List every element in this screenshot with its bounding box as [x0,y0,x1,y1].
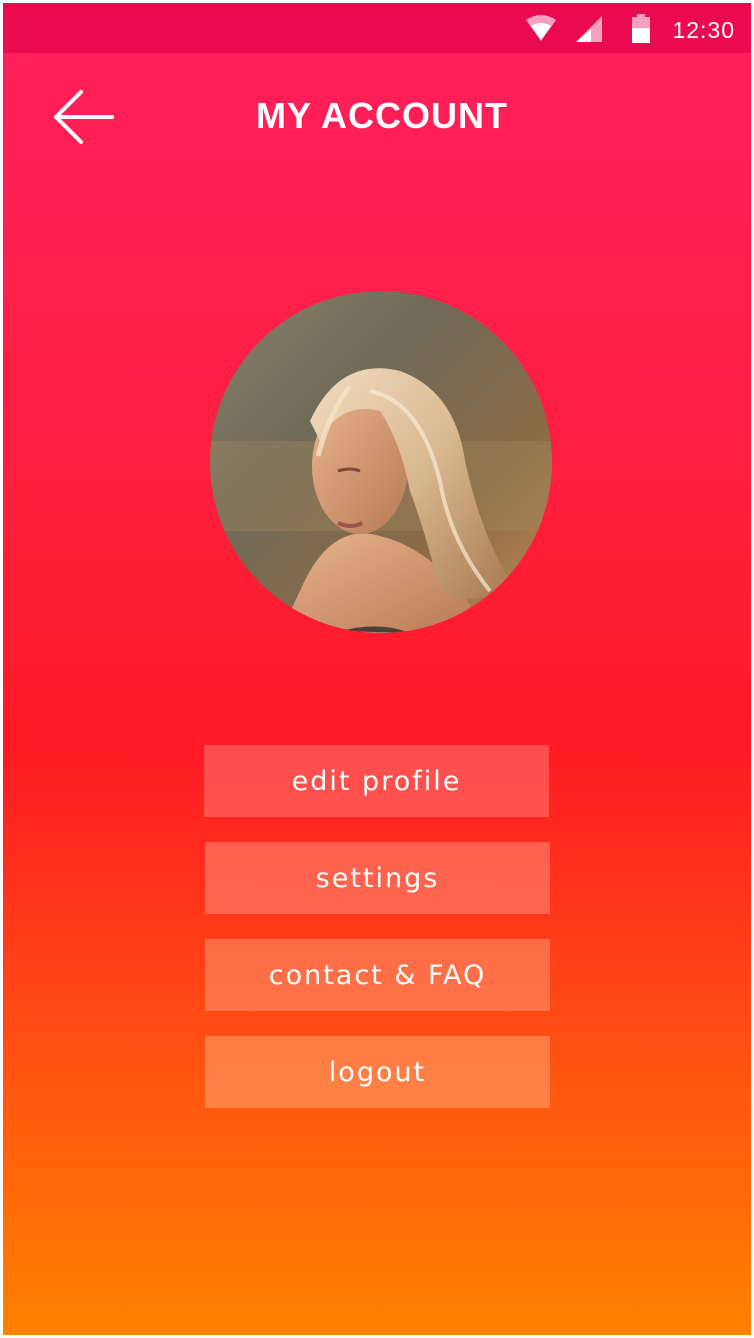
signal-icon [575,15,603,48]
wifi-icon [525,13,557,48]
logout-button[interactable]: logout [205,1036,550,1108]
status-time: 12:30 [672,17,735,43]
battery-icon [632,14,650,48]
page-title: MY ACCOUNT [256,95,508,136]
avatar[interactable] [210,291,552,633]
contact-faq-button[interactable]: contact & FAQ [205,939,550,1011]
edit-profile-button[interactable]: edit profile [204,745,549,817]
status-bar: 12:30 [3,3,751,53]
settings-button[interactable]: settings [205,842,550,914]
app-screen: 12:30 MY ACCOUNT edit profile settings c… [3,3,751,1335]
